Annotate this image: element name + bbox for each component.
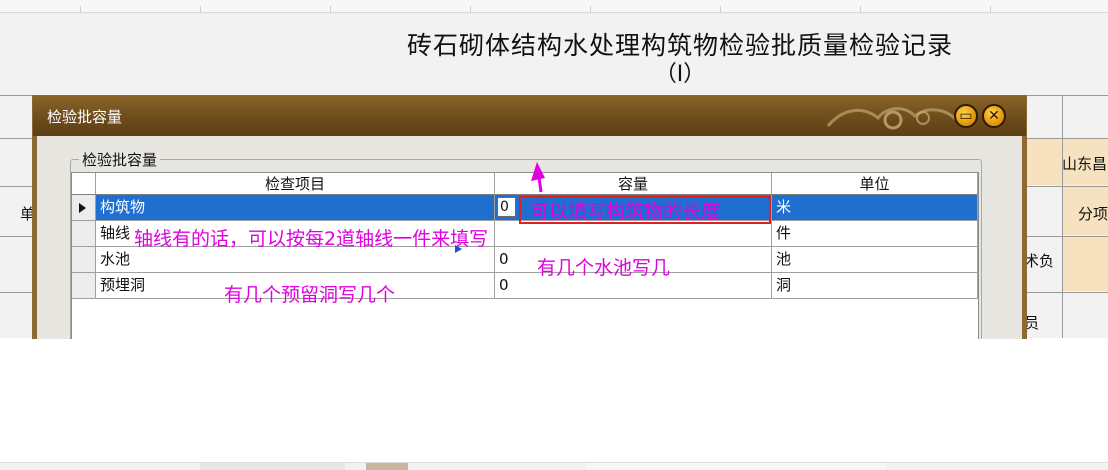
capacity-input[interactable]: 0 — [497, 197, 516, 217]
minimize-icon: ▭ — [959, 108, 973, 124]
table-row[interactable]: 预埋洞 0 洞 — [72, 273, 978, 299]
column-header-capacity[interactable]: 容量 — [495, 173, 772, 195]
column-header-strip — [0, 0, 1108, 13]
annotation-axis-lines: 轴线有的话，可以按每2道轴线一件来填写 — [134, 228, 489, 250]
column-header-unit[interactable]: 单位 — [772, 173, 978, 195]
close-icon: ✕ — [988, 108, 1000, 124]
column-header-item[interactable]: 检查项目 — [96, 173, 495, 195]
unit-cell[interactable]: 池 — [772, 247, 978, 273]
annotation-reserved-holes: 有几个预留洞写几个 — [224, 284, 396, 306]
unit-cell[interactable]: 米 — [772, 195, 978, 221]
capacity-cell[interactable] — [495, 221, 772, 247]
sub-item-fragment: 分项 — [1078, 205, 1108, 223]
tech-lead-fragment: 术负 — [1024, 252, 1055, 270]
group-label: 检验批容量 — [79, 149, 161, 170]
row-indicator[interactable] — [72, 247, 96, 273]
org-name-fragment: 山东昌 — [1062, 155, 1108, 173]
current-row-arrow-icon — [79, 203, 86, 213]
dialog-titlebar[interactable]: 检验批容量 ▭ ✕ — [33, 96, 1026, 136]
cloud-ornament-icon — [826, 107, 960, 130]
close-button[interactable]: ✕ — [982, 104, 1006, 128]
document-subtitle: （Ⅰ） — [654, 62, 706, 87]
annotation-pool: 有几个水池写几 — [537, 257, 671, 279]
row-indicator[interactable] — [72, 273, 96, 299]
dialog-title: 检验批容量 — [47, 108, 123, 126]
grid-corner-header — [72, 173, 96, 195]
pointer-marker-icon — [455, 245, 462, 253]
unit-cell[interactable]: 洞 — [772, 273, 978, 299]
annotation-structure-length: 可以填写构筑物的长度 — [530, 201, 721, 223]
item-cell[interactable]: 构筑物 — [96, 195, 495, 221]
unit-cell[interactable]: 件 — [772, 221, 978, 247]
minimize-button[interactable]: ▭ — [954, 104, 978, 128]
row-indicator[interactable] — [72, 195, 96, 221]
row-indicator[interactable] — [72, 221, 96, 247]
